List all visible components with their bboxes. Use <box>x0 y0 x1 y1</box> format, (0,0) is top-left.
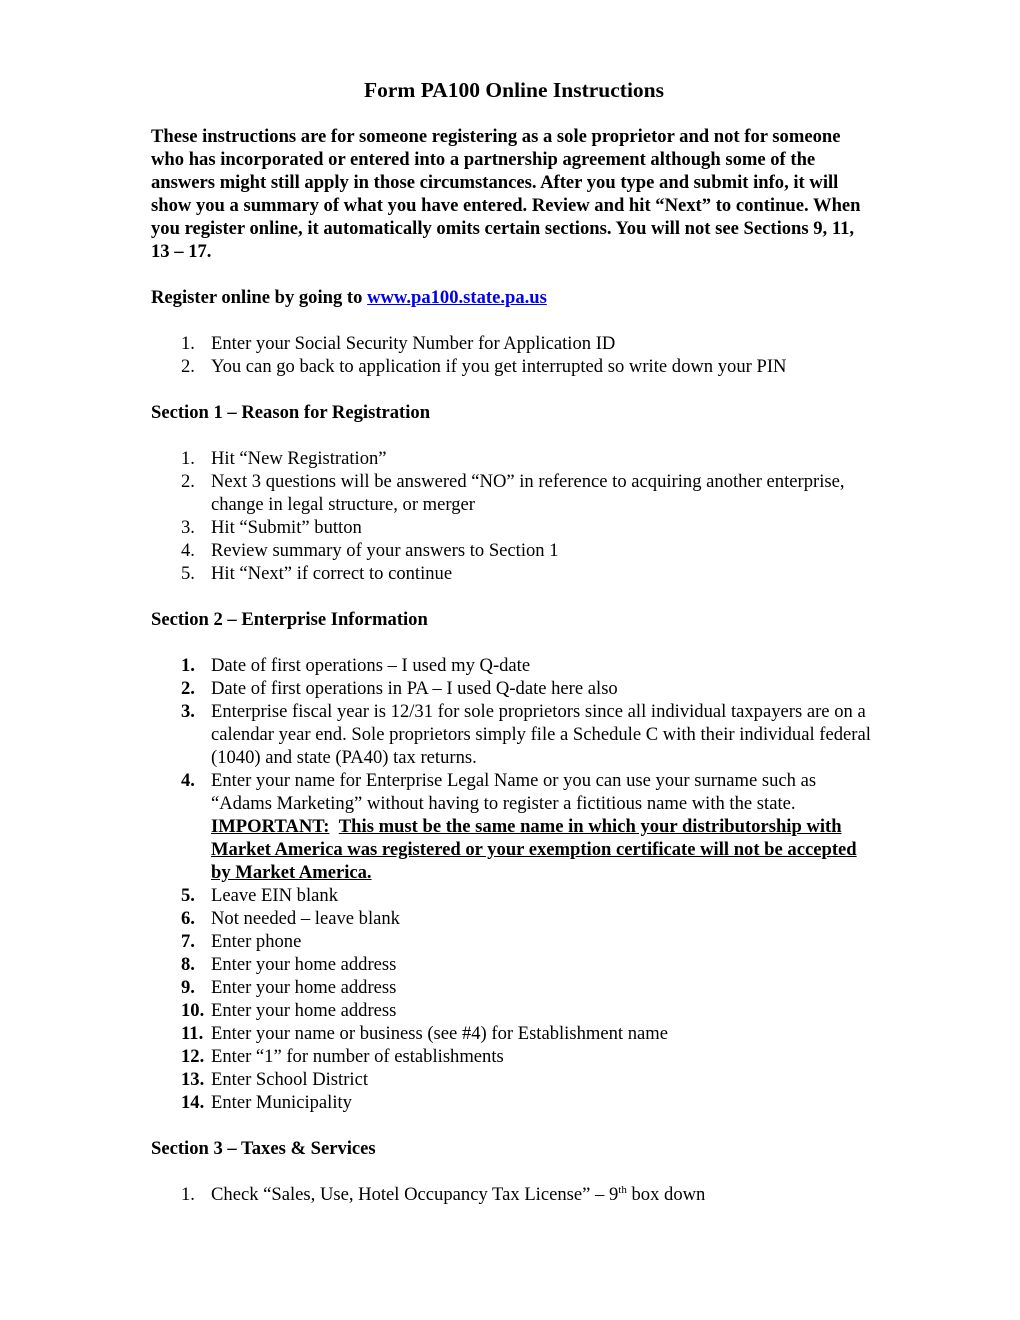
list-item: 4. Review summary of your answers to Sect… <box>181 540 559 561</box>
list-item: 2. Date of first operations in PA – I use… <box>181 678 618 699</box>
list-item: 12. Enter “1” for number of establishment… <box>181 1046 504 1067</box>
list-item: 7. Enter phone <box>181 931 302 952</box>
section-3-list: 1. Check “Sales, Use, Hotel Occupancy Tax… <box>151 1183 871 1206</box>
list-item: 8. Enter your home address <box>181 954 397 975</box>
register-prefix: Register online by going to <box>151 287 368 308</box>
section-3-heading: Section 3 – Taxes & Services <box>151 1138 376 1159</box>
list-item: 1. Check “Sales, Use, Hotel Occupancy Tax… <box>181 1184 706 1205</box>
list-item: 1. Date of first operations – I used my Q… <box>181 655 531 676</box>
list-item: 3. Hit “Submit” button <box>181 517 362 538</box>
list-item: 14. Enter Municipality <box>181 1092 352 1113</box>
intro-steps-list: 1. Enter your Social Security Number for … <box>151 332 871 378</box>
section-2-heading: Section 2 – Enterprise Information <box>151 609 428 630</box>
document-page: Form PA100 Online Instructions These ins… <box>151 76 871 1206</box>
register-line: Register online by going to www.pa100.st… <box>151 286 871 309</box>
list-item: 5. Leave EIN blank <box>181 885 338 906</box>
list-item: 10. Enter your home address <box>181 1000 397 1021</box>
list-item: 1. Enter your Social Security Number for … <box>181 333 616 354</box>
section-1-heading: Section 1 – Reason for Registration <box>151 402 431 423</box>
pa100-link[interactable]: www.pa100.state.pa.us <box>367 287 547 308</box>
list-item: 2. You can go back to application if you … <box>181 356 787 377</box>
list-item: 9. Enter your home address <box>181 977 397 998</box>
intro-paragraph: These instructions are for someone regis… <box>151 126 861 262</box>
list-item: 11. Enter your name or business (see #4) … <box>181 1023 668 1044</box>
page-title: Form PA100 Online Instructions <box>363 78 664 102</box>
list-item: 1. Hit “New Registration” <box>181 448 387 469</box>
list-item: 13. Enter School District <box>181 1069 368 1090</box>
section-2-list: 1. Date of first operations – I used my Q… <box>151 654 871 1114</box>
list-item: 2. Next 3 questions will be answered “NO”… <box>181 471 845 515</box>
list-item: 5. Hit “Next” if correct to continue <box>181 563 453 584</box>
list-item: 6. Not needed – leave blank <box>181 908 400 929</box>
list-item: 3. Enterprise fiscal year is 12/31 for so… <box>181 701 871 768</box>
important-label: IMPORTANT: <box>211 816 330 837</box>
list-item: 4. Enter your name for Enterprise Legal N… <box>181 770 857 883</box>
section-1-list: 1. Hit “New Registration” 2. Next 3 questi… <box>151 447 871 585</box>
